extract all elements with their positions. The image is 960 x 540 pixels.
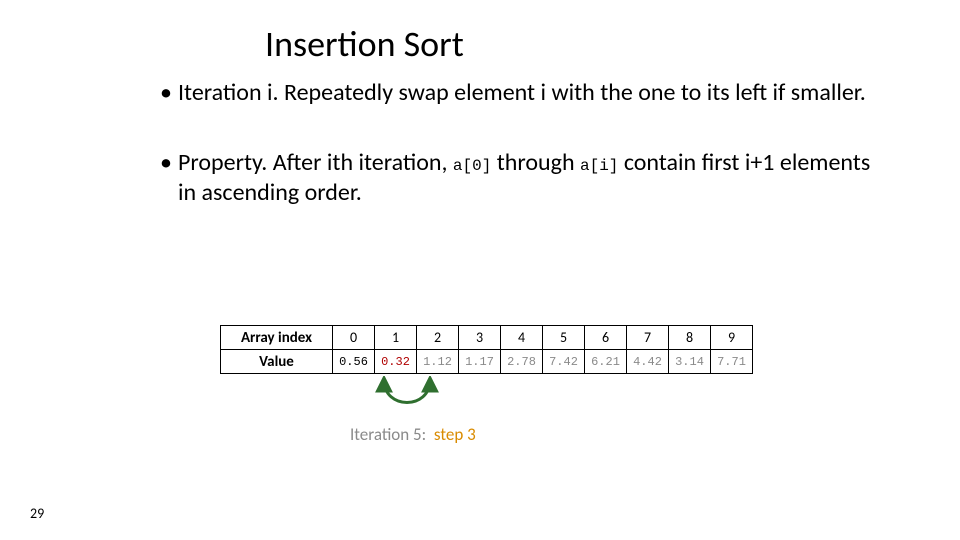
- iteration-caption: Iteration 5: step 3: [350, 424, 476, 445]
- array-value-cell: 6.21: [585, 350, 627, 374]
- caption-step: step 3: [430, 424, 476, 445]
- array-value-cell: 0.56: [333, 350, 375, 374]
- bullet-text-fragment: Property. After ith iteration,: [178, 148, 453, 177]
- bullet-text-fragment: through: [491, 148, 580, 177]
- value-row-label: Value: [221, 350, 333, 374]
- array-value-cell: 4.42: [627, 350, 669, 374]
- slide-number: 29: [30, 505, 44, 522]
- code-ai: a[i]: [580, 157, 618, 175]
- array-value-cell: 1.17: [459, 350, 501, 374]
- array-index-cell: 5: [543, 326, 585, 350]
- array-index-cell: 7: [627, 326, 669, 350]
- bullet-text: Property. After ith iteration, a[0] thro…: [178, 148, 880, 208]
- index-row-label: Array index: [221, 326, 333, 350]
- value-row: Value 0.56 0.32 1.12 1.17 2.78 7.42 6.21…: [221, 350, 753, 374]
- array-value-cell: 7.71: [711, 350, 753, 374]
- code-a0: a[0]: [453, 157, 491, 175]
- array-index-cell: 8: [669, 326, 711, 350]
- array-index-cell: 0: [333, 326, 375, 350]
- bullet-list: • Iteration i. Repeatedly swap element i…: [160, 78, 880, 248]
- array-index-cell: 6: [585, 326, 627, 350]
- caption-step-text: step 3: [434, 424, 476, 445]
- bullet-item: • Property. After ith iteration, a[0] th…: [160, 148, 880, 208]
- bullet-text: Iteration i. Repeatedly swap element i w…: [178, 78, 866, 108]
- array-index-cell: 3: [459, 326, 501, 350]
- bullet-dot-icon: •: [160, 78, 178, 108]
- bullet-item: • Iteration i. Repeatedly swap element i…: [160, 78, 880, 108]
- array-index-cell: 9: [711, 326, 753, 350]
- array-value-cell: 3.14: [669, 350, 711, 374]
- bullet-dot-icon: •: [160, 148, 178, 208]
- array-value-cell: 7.42: [543, 350, 585, 374]
- array-index-cell: 4: [501, 326, 543, 350]
- array-table: Array index 0 1 2 3 4 5 6 7 8 9 Value 0.…: [220, 325, 753, 374]
- array-value-cell: 1.12: [417, 350, 459, 374]
- swap-arrow-icon: [372, 376, 442, 420]
- array-index-cell: 1: [375, 326, 417, 350]
- index-row: Array index 0 1 2 3 4 5 6 7 8 9: [221, 326, 753, 350]
- array-value-cell: 2.78: [501, 350, 543, 374]
- caption-prefix: Iteration 5:: [350, 424, 426, 445]
- slide-title: Insertion Sort: [265, 22, 464, 66]
- array-index-cell: 2: [417, 326, 459, 350]
- array-value-cell: 0.32: [375, 350, 417, 374]
